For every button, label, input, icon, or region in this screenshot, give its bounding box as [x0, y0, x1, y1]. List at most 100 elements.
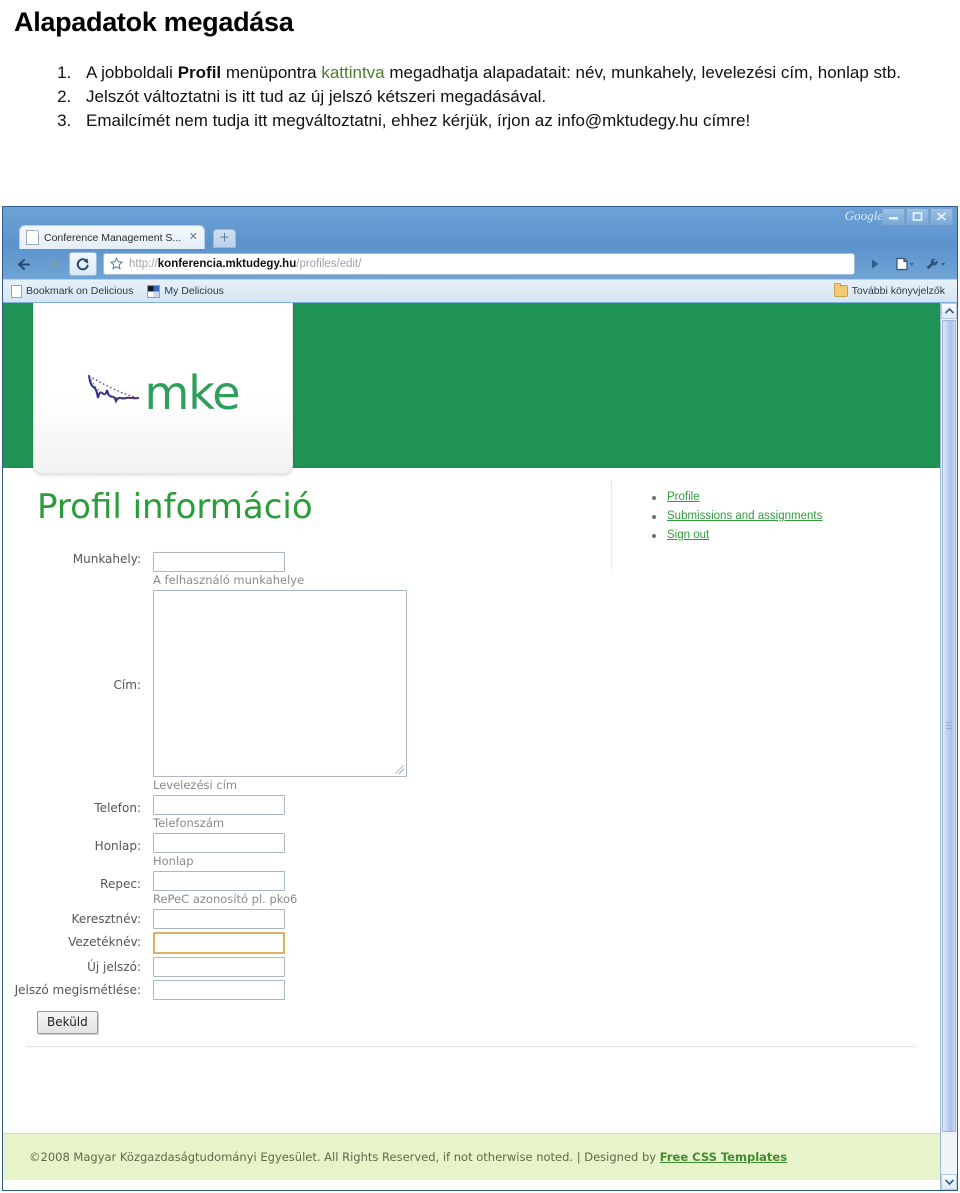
list-item: A jobboldali Profil menüpontra kattintva… [76, 62, 946, 85]
list-item-text-3: Emailcímét nem tudja itt megváltoztatni,… [86, 110, 751, 130]
field-label-jelszo-megismetlese: Jelszó megismétlése: [14, 982, 141, 997]
footer-link-free-css-templates[interactable]: Free CSS Templates [660, 1150, 787, 1164]
tab-title: Conference Management S... [44, 231, 182, 244]
jelszo-megismetlese-input[interactable] [153, 979, 285, 1000]
menu-link-submissions[interactable]: Submissions and assignments [667, 510, 822, 522]
close-button[interactable] [930, 208, 953, 225]
browser-tab[interactable]: Conference Management S... ✕ [19, 225, 205, 249]
list-item: Jelszót változtatni is itt tud az új jel… [76, 86, 946, 109]
repec-input[interactable] [153, 870, 285, 891]
delicious-icon [147, 284, 161, 298]
form-row-keresztnev: Keresztnév: [3, 908, 940, 932]
browser-chrome: Google Conference Management S... ✕ ＋ ht… [3, 207, 957, 304]
submit-button[interactable]: Beküld [37, 1010, 98, 1034]
window-brand-label: Google [844, 208, 883, 223]
bookmark-item-bookmark-on-delicious[interactable]: Bookmark on Delicious [11, 284, 134, 298]
bookmark-item-my-delicious[interactable]: My Delicious [147, 284, 224, 298]
field-help-honlap: Honlap [153, 853, 194, 868]
honlap-input[interactable] [153, 832, 285, 853]
uj-jelszo-input[interactable] [153, 956, 285, 977]
field-help-repec: RePeC azonosító pl. pko6 [153, 891, 298, 906]
profile-form: Munkahely: A felhasználó munkahelye Cím:… [3, 552, 940, 1047]
tab-close-icon[interactable]: ✕ [189, 232, 198, 243]
menu-link-profile[interactable]: Profile [667, 491, 700, 503]
telefon-input[interactable] [153, 794, 285, 815]
form-row-vezeteknev: Vezetéknév: [3, 931, 940, 957]
other-bookmarks-button[interactable]: További könyvjelzők [833, 283, 945, 297]
minimize-button[interactable] [882, 208, 905, 225]
field-label-uj-jelszo: Új jelszó: [87, 959, 141, 974]
page-viewport: mke Profil információ Profile Submission… [3, 303, 957, 1190]
form-row-telefon: Telefon: Telefonszám [3, 794, 940, 833]
cim-textarea[interactable] [153, 589, 407, 777]
form-row-repec: Repec: RePeC azonosító pl. pko6 [3, 870, 940, 909]
web-page: mke Profil információ Profile Submission… [3, 303, 940, 1190]
field-help-cim: Levelezési cím [153, 777, 238, 792]
page-content: Profil információ Profile Submissions an… [3, 468, 940, 1100]
scroll-down-icon[interactable] [941, 1174, 957, 1190]
url-path: /profiles/edit/ [296, 258, 362, 270]
title-bar: Google [3, 207, 957, 225]
logo-text: mke [144, 366, 240, 420]
forward-icon[interactable] [39, 252, 67, 276]
footer-text: ©2008 Magyar Közgazdaságtudományi Egyesü… [3, 1150, 787, 1164]
field-label-repec: Repec: [100, 876, 141, 891]
form-row-uj-jelszo: Új jelszó: [3, 956, 940, 980]
go-arrow-icon[interactable] [861, 252, 889, 276]
vertical-scrollbar[interactable] [940, 303, 957, 1190]
wrench-menu-icon[interactable] [923, 252, 951, 276]
scrollbar-grip [946, 722, 952, 730]
menu-item-submissions[interactable]: Submissions and assignments [651, 509, 822, 525]
reload-icon[interactable] [69, 252, 97, 276]
window-controls [882, 208, 953, 225]
site-footer: ©2008 Magyar Közgazdaságtudományi Egyesü… [3, 1133, 940, 1180]
menu-item-profile[interactable]: Profile [651, 490, 822, 506]
site-masthead: mke [3, 303, 940, 474]
menu-link-signout[interactable]: Sign out [667, 529, 709, 541]
vezeteknev-input[interactable] [153, 931, 285, 954]
form-divider [27, 1045, 916, 1047]
tab-strip: Conference Management S... ✕ ＋ [3, 225, 957, 249]
footer-copyright: ©2008 Magyar Közgazdaságtudományi Egyesü… [29, 1150, 660, 1164]
scroll-up-icon[interactable] [941, 303, 957, 319]
field-label-cim: Cím: [113, 677, 141, 692]
field-label-telefon: Telefon: [94, 800, 141, 815]
page-icon [11, 284, 22, 298]
field-label-honlap: Honlap: [94, 838, 141, 853]
list-item-text-1: A jobboldali Profil menüpontra kattintva… [86, 62, 901, 82]
bookmark-label: Bookmark on Delicious [26, 285, 134, 297]
tab-favicon-icon [26, 230, 39, 245]
site-logo[interactable]: mke [33, 303, 293, 474]
field-label-vezeteknev: Vezetéknév: [68, 934, 141, 949]
field-help-munkahely: A felhasználó munkahelye [153, 573, 305, 587]
menu-item-signout[interactable]: Sign out [651, 528, 822, 544]
page-title: Alapadatok megadása [14, 7, 294, 37]
browser-window: Google Conference Management S... ✕ ＋ ht… [2, 206, 958, 1191]
address-bar[interactable]: http://konferencia.mktudegy.hu/profiles/… [103, 253, 855, 275]
keresztnev-input[interactable] [153, 908, 285, 929]
url-text: http://konferencia.mktudegy.hu/profiles/… [129, 258, 361, 270]
other-bookmarks-label: További könyvjelzők [851, 285, 945, 297]
field-label-keresztnev: Keresztnév: [71, 911, 141, 926]
browser-toolbar: http://konferencia.mktudegy.hu/profiles/… [3, 249, 957, 279]
maximize-button[interactable] [906, 208, 929, 225]
form-row-munkahely: Munkahely: A felhasználó munkahelye [3, 552, 940, 590]
back-icon[interactable] [9, 252, 37, 276]
navigation-buttons [9, 252, 97, 276]
document-section: Alapadatok megadása A jobboldali Profil … [0, 0, 960, 133]
folder-icon [833, 283, 848, 297]
user-menu: Profile Submissions and assignments Sign… [651, 490, 822, 547]
form-row-honlap: Honlap: Honlap [3, 832, 940, 871]
bookmark-star-icon[interactable] [109, 256, 124, 272]
bookmarks-bar: Bookmark on Delicious My Delicious Továb… [3, 279, 957, 302]
url-scheme: http:// [129, 258, 158, 270]
instruction-list: A jobboldali Profil menüpontra kattintva… [14, 62, 946, 133]
munkahely-input[interactable] [153, 552, 285, 572]
url-host: konferencia.mktudegy.hu [157, 258, 297, 270]
page-menu-icon[interactable] [892, 252, 920, 276]
form-row-cim: Cím: Levelezési cím [3, 589, 940, 795]
new-tab-button[interactable]: ＋ [213, 229, 236, 248]
scrollbar-thumb[interactable] [942, 320, 956, 1132]
profile-page-heading: Profil információ [37, 487, 313, 527]
list-item: Emailcímét nem tudja itt megváltoztatni,… [76, 110, 946, 133]
